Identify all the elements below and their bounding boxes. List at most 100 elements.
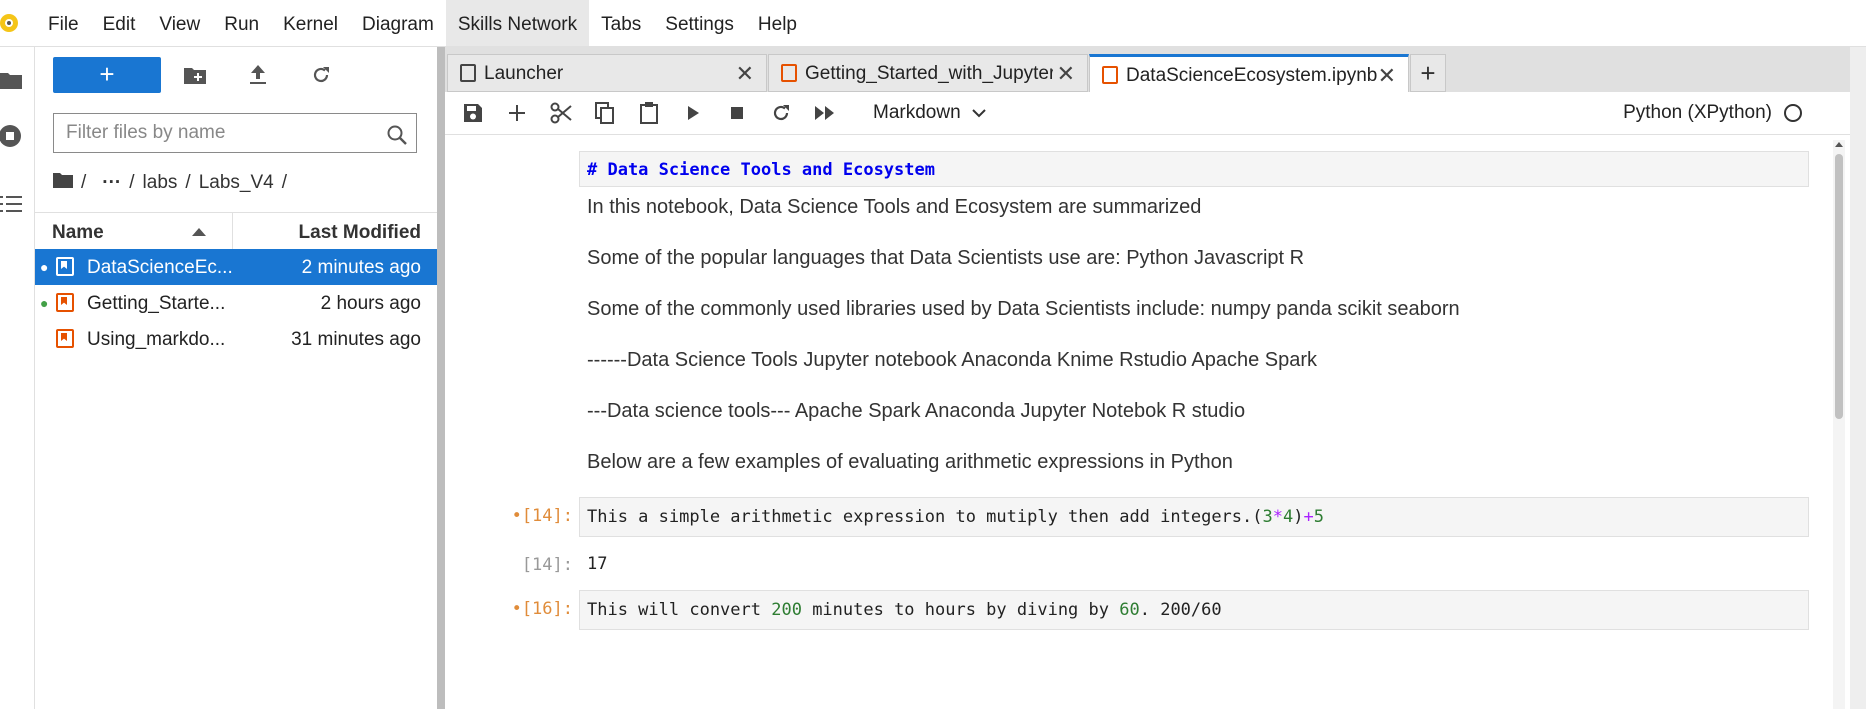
right-activity-bar <box>1850 47 1866 709</box>
breadcrumb-ellipsis[interactable]: ··· <box>102 172 121 194</box>
run-all-icon[interactable] <box>813 101 837 125</box>
close-icon[interactable]: ✕ <box>1057 61 1075 87</box>
home-folder-icon[interactable] <box>53 171 73 194</box>
tab-launcher[interactable]: Launcher ✕ <box>447 54 767 92</box>
code-expression: 200/60 <box>1160 600 1222 620</box>
input-prompt: •[16]: <box>511 599 573 619</box>
breadcrumb-labs-v4[interactable]: Labs_V4 <box>199 172 274 194</box>
search-icon <box>386 122 408 160</box>
breadcrumb-sep: / <box>185 171 191 193</box>
menu-file[interactable]: File <box>36 0 91 46</box>
markdown-text: Below are a few examples of evaluating a… <box>587 451 1233 473</box>
notebook-icon <box>56 329 74 348</box>
file-list-header: Name Last Modified <box>35 212 437 250</box>
code-cell[interactable]: This will convert 200 minutes to hours b… <box>579 590 1809 630</box>
launcher-icon <box>460 64 476 82</box>
breadcrumb-root[interactable]: / <box>81 172 86 194</box>
cut-icon[interactable] <box>549 101 573 125</box>
breadcrumb-labs[interactable]: labs <box>143 172 178 194</box>
markdown-text: Some of the commonly used libraries used… <box>587 298 1460 320</box>
kernel-status-icon <box>1784 104 1802 122</box>
code-text: This will convert <box>587 600 772 620</box>
menu-settings[interactable]: Settings <box>653 0 746 46</box>
code-operator: * <box>1272 507 1284 527</box>
breadcrumb-sep: / <box>129 171 135 193</box>
menu-view[interactable]: View <box>147 0 212 46</box>
markdown-header-cell[interactable]: # Data Science Tools and Ecosystem <box>579 151 1809 187</box>
filter-files-input[interactable]: Filter files by name <box>53 113 417 153</box>
tab-bar: Launcher ✕ Getting_Started_with_Jupyter … <box>445 54 1850 93</box>
insert-cell-icon[interactable] <box>505 101 529 125</box>
running-sessions-icon[interactable] <box>0 123 24 154</box>
scroll-up-arrow-icon[interactable] <box>1835 142 1843 147</box>
menu-run[interactable]: Run <box>212 0 271 46</box>
code-number: 60 <box>1119 600 1140 620</box>
save-icon[interactable] <box>461 101 485 125</box>
upload-icon[interactable] <box>245 62 271 88</box>
notebook-toolbar: Markdown Python (XPython) <box>445 92 1850 135</box>
table-of-contents-icon[interactable] <box>0 193 22 220</box>
menu-diagram[interactable]: Diagram <box>350 0 446 46</box>
folder-icon[interactable] <box>0 69 22 96</box>
restart-kernel-icon[interactable] <box>769 101 793 125</box>
copy-icon[interactable] <box>593 101 617 125</box>
notebook-panel: Markdown Python (XPython) # Data Science… <box>445 92 1850 709</box>
code-cell[interactable]: This a simple arithmetic expression to m… <box>579 497 1809 537</box>
new-folder-icon[interactable] <box>182 62 208 88</box>
panel-splitter[interactable] <box>437 47 445 709</box>
menubar: File Edit View Run Kernel Diagram Skills… <box>0 0 1866 47</box>
code-number: 3 <box>1262 507 1273 527</box>
jupyter-logo-icon <box>0 10 26 36</box>
tab-getting-started[interactable]: Getting_Started_with_Jupyter ✕ <box>768 54 1088 92</box>
scrollbar-thumb[interactable] <box>1835 154 1843 419</box>
kernel-name[interactable]: Python (XPython) <box>1623 102 1772 124</box>
close-icon[interactable]: ✕ <box>1378 63 1396 89</box>
input-prompt: •[14]: <box>511 506 573 526</box>
file-row[interactable]: ● DataScienceEc... 2 minutes ago <box>35 249 437 285</box>
running-indicator-icon: ● <box>40 295 49 311</box>
column-last-modified[interactable]: Last Modified <box>299 222 421 244</box>
stop-kernel-icon[interactable] <box>725 101 749 125</box>
file-name: DataScienceEc... <box>87 257 233 278</box>
new-tab-button[interactable]: + <box>1410 54 1446 92</box>
notebook-icon <box>781 64 797 82</box>
tab-datascienceecosystem[interactable]: DataScienceEcosystem.ipynb ✕ <box>1089 54 1409 93</box>
tab-label: Launcher <box>484 63 564 84</box>
code-token: ( <box>1252 507 1263 527</box>
refresh-icon[interactable] <box>308 62 334 88</box>
paste-icon[interactable] <box>637 101 661 125</box>
file-row[interactable]: ● Getting_Starte... 2 hours ago <box>35 285 437 321</box>
tab-label: Getting_Started_with_Jupyter <box>805 63 1053 84</box>
menu-edit[interactable]: Edit <box>91 0 148 46</box>
vertical-scrollbar[interactable] <box>1833 140 1845 709</box>
file-row[interactable]: Using_markdo... 31 minutes ago <box>35 321 437 357</box>
markdown-text: ------Data Science Tools Jupyter noteboo… <box>587 349 1318 371</box>
file-modified: 2 minutes ago <box>301 257 421 278</box>
code-number: 4 <box>1283 507 1294 527</box>
column-divider[interactable] <box>232 213 233 249</box>
run-cell-icon[interactable] <box>681 101 705 125</box>
tab-label: DataScienceEcosystem.ipynb <box>1126 65 1378 86</box>
menu-kernel[interactable]: Kernel <box>271 0 350 46</box>
close-icon[interactable]: ✕ <box>736 61 754 87</box>
running-indicator-icon: ● <box>40 259 49 275</box>
file-name: Using_markdo... <box>87 329 226 350</box>
menu-tabs[interactable]: Tabs <box>589 0 653 46</box>
new-launcher-button[interactable]: + <box>53 57 161 93</box>
code-number: 5 <box>1313 507 1325 527</box>
file-name: Getting_Starte... <box>87 293 226 314</box>
left-activity-bar <box>0 47 35 709</box>
column-name[interactable]: Name <box>52 222 104 244</box>
markdown-text: ---Data science tools--- Apache Spark An… <box>587 400 1246 422</box>
code-operator: + <box>1303 507 1314 527</box>
notebook-icon <box>56 293 74 312</box>
cell-type-dropdown[interactable]: Markdown <box>873 102 986 124</box>
menu-help[interactable]: Help <box>746 0 809 46</box>
markdown-text: In this notebook, Data Science Tools and… <box>587 196 1202 218</box>
file-modified: 2 hours ago <box>320 293 421 314</box>
menu-skills-network[interactable]: Skills Network <box>445 0 590 46</box>
code-text: . <box>1139 600 1161 620</box>
output-prompt: [14]: <box>521 555 573 575</box>
sort-ascending-icon[interactable] <box>192 228 206 236</box>
breadcrumb: / ··· / labs / Labs_V4 / <box>53 171 287 194</box>
